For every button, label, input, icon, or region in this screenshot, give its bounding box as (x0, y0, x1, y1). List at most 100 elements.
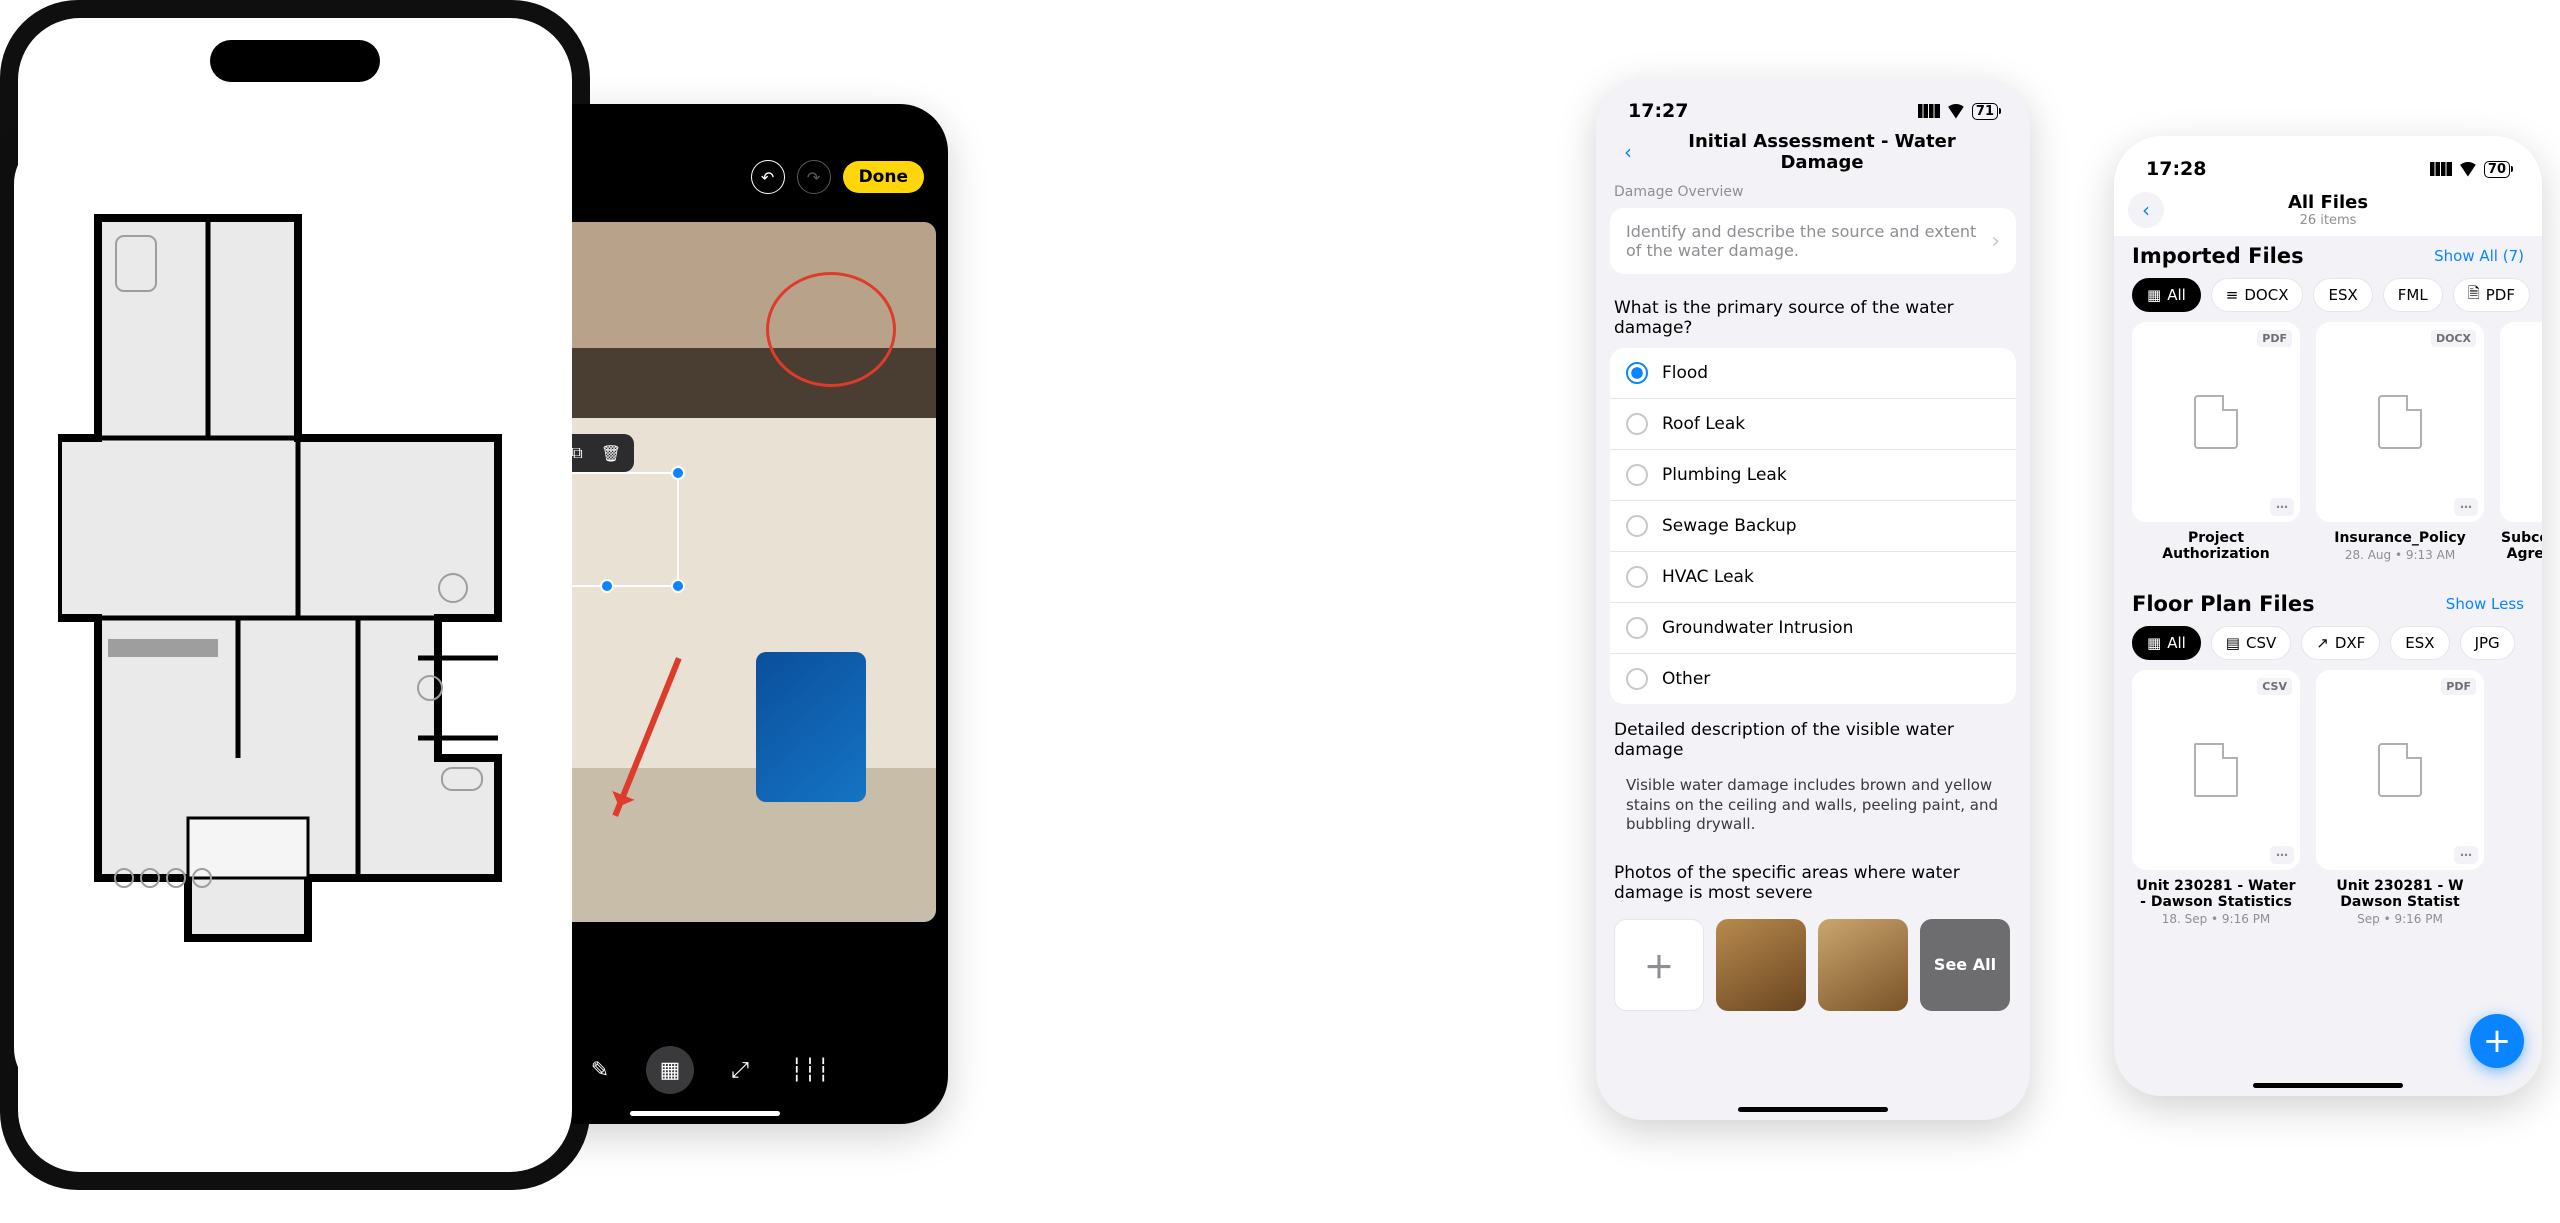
radio-off-icon (1626, 515, 1648, 537)
document-icon (2378, 395, 2422, 449)
question-1: What is the primary source of the water … (1596, 290, 2030, 348)
signal-icon (1918, 104, 1940, 118)
home-indicator (2253, 1083, 2403, 1088)
file-name: Project Authorization (2132, 530, 2300, 562)
option-plumbing-leak[interactable]: Plumbing Leak (1610, 450, 2016, 501)
redo-button[interactable]: ↷ (797, 160, 831, 194)
floorplan-title: Floor Plan Files (2132, 592, 2315, 616)
trash-icon[interactable]: 🗑 (598, 442, 624, 464)
add-file-fab[interactable]: + (2470, 1014, 2524, 1068)
option-sewage-backup[interactable]: Sewage Backup (1610, 501, 2016, 552)
file-item[interactable]: PDF ⋯ Unit 230281 - W Dawson Statist Sep • … (2316, 670, 2484, 926)
radio-off-icon (1626, 566, 1648, 588)
annotation-arrow[interactable] (612, 657, 681, 817)
file-name: Unit 230281 - W Dawson Statist (2316, 878, 2484, 910)
see-all-button[interactable]: See All (1920, 919, 2010, 1011)
damage-photo[interactable] (1818, 919, 1908, 1011)
chip-esx[interactable]: ESX (2390, 626, 2449, 660)
battery-icon: 70 (2484, 161, 2510, 178)
chip-docx[interactable]: ≡ DOCX (2211, 278, 2304, 312)
option-hvac-leak[interactable]: HVAC Leak (1610, 552, 2016, 603)
file-item[interactable]: CSV ⋯ Unit 230281 - Water - Dawson Statist… (2132, 670, 2300, 926)
file-tag: PDF (2441, 678, 2476, 695)
document-icon (2378, 743, 2422, 797)
document-icon (2194, 395, 2238, 449)
file-tag: PDF (2257, 330, 2292, 347)
more-icon[interactable]: ⋯ (2454, 846, 2478, 864)
file-meta: 28. Aug • 9:13 AM (2316, 548, 2484, 562)
file-name: Subcon Agree (2500, 530, 2542, 562)
show-all-link[interactable]: Show All (7) (2434, 247, 2524, 265)
radio-off-icon (1626, 617, 1648, 639)
floorplan-phone (0, 0, 590, 1190)
description-label: Detailed description of the visible wate… (1596, 704, 2030, 766)
file-meta: Sep • 9:16 PM (2316, 912, 2484, 926)
pen-tool[interactable]: ✎ (576, 1046, 624, 1094)
status-bar: 17:28 70 (2114, 136, 2542, 184)
damage-photo[interactable] (1716, 919, 1806, 1011)
file-name: Insurance_Policy (2316, 530, 2484, 546)
crop-tool[interactable]: ⤢ (716, 1046, 764, 1094)
options-list: Flood Roof Leak Plumbing Leak Sewage Bac… (1610, 348, 2016, 704)
radio-off-icon (1626, 668, 1648, 690)
page-subtitle: 26 items (2174, 213, 2482, 228)
status-time: 17:28 (2146, 158, 2206, 180)
hint-card[interactable]: Identify and describe the source and ext… (1610, 208, 2016, 274)
file-name: Unit 230281 - Water - Dawson Statistics (2132, 878, 2300, 910)
file-item[interactable]: Subcon Agree (2500, 322, 2542, 562)
back-button[interactable]: ‹ (2128, 192, 2164, 228)
files-phone: 17:28 70 ‹ All Files 26 items Imported F… (2114, 136, 2542, 1096)
more-icon[interactable]: ⋯ (2270, 498, 2294, 516)
show-less-link[interactable]: Show Less (2446, 595, 2524, 613)
dynamic-island (210, 40, 380, 82)
more-icon[interactable]: ⋯ (2270, 846, 2294, 864)
page-title: All Files (2174, 192, 2482, 213)
wifi-icon (1946, 104, 1966, 119)
option-roof-leak[interactable]: Roof Leak (1610, 399, 2016, 450)
add-photo-button[interactable]: ＋ (1614, 919, 1704, 1011)
chip-jpg[interactable]: JPG (2460, 626, 2515, 660)
floor-plan[interactable] (58, 178, 538, 978)
done-button[interactable]: Done (843, 161, 924, 193)
file-tag: DOCX (2431, 330, 2476, 347)
description-textarea[interactable]: Visible water damage includes brown and … (1614, 766, 2012, 845)
csv-icon (2194, 743, 2238, 797)
option-other[interactable]: Other (1610, 654, 2016, 704)
file-item[interactable]: DOCX ⋯ Insurance_Policy 28. Aug • 9:13 AM (2316, 322, 2484, 562)
shapes-tool[interactable]: ▦ (646, 1046, 694, 1094)
home-indicator (1738, 1107, 1888, 1112)
status-bar: 17:27 71 (1596, 78, 2030, 126)
chevron-right-icon: › (1991, 229, 2000, 254)
photos-label: Photos of the specific areas where water… (1596, 845, 2030, 909)
status-time: 17:27 (1628, 100, 1688, 122)
back-button[interactable]: ‹ (1610, 134, 1646, 170)
chip-all[interactable]: ▦ All (2132, 626, 2201, 660)
radio-off-icon (1626, 464, 1648, 486)
option-groundwater[interactable]: Groundwater Intrusion (1610, 603, 2016, 654)
file-tag: CSV (2257, 678, 2292, 695)
signal-icon (2430, 162, 2452, 176)
undo-button[interactable]: ↶ (751, 160, 785, 194)
file-item[interactable]: PDF ⋯ Project Authorization (2132, 322, 2300, 562)
chip-all[interactable]: ▦ All (2132, 278, 2201, 312)
home-indicator (630, 1111, 780, 1116)
chip-dxf[interactable]: ↗ DXF (2301, 626, 2380, 660)
file-meta: 18. Sep • 9:16 PM (2132, 912, 2300, 926)
wifi-icon (2458, 162, 2478, 177)
section-label: Damage Overview (1596, 178, 2030, 208)
imported-title: Imported Files (2132, 244, 2304, 268)
chip-pdf[interactable]: 🗎 PDF (2453, 278, 2530, 312)
chip-csv[interactable]: ▤ CSV (2211, 626, 2291, 660)
radio-on-icon (1626, 362, 1648, 384)
assessment-phone: 17:27 71 ‹ Initial Assessment - Water Da… (1596, 78, 2030, 1120)
hint-text: Identify and describe the source and ext… (1626, 222, 1991, 260)
battery-icon: 71 (1972, 103, 1998, 120)
annotation-circle[interactable] (766, 272, 896, 387)
more-icon[interactable]: ⋯ (2454, 498, 2478, 516)
damage-photos: ＋ See All (1596, 909, 2030, 1011)
chip-fml[interactable]: FML (2383, 278, 2443, 312)
chip-esx[interactable]: ESX (2313, 278, 2372, 312)
radio-off-icon (1626, 413, 1648, 435)
option-flood[interactable]: Flood (1610, 348, 2016, 399)
adjust-tool[interactable]: ┆┆┆ (786, 1046, 834, 1094)
